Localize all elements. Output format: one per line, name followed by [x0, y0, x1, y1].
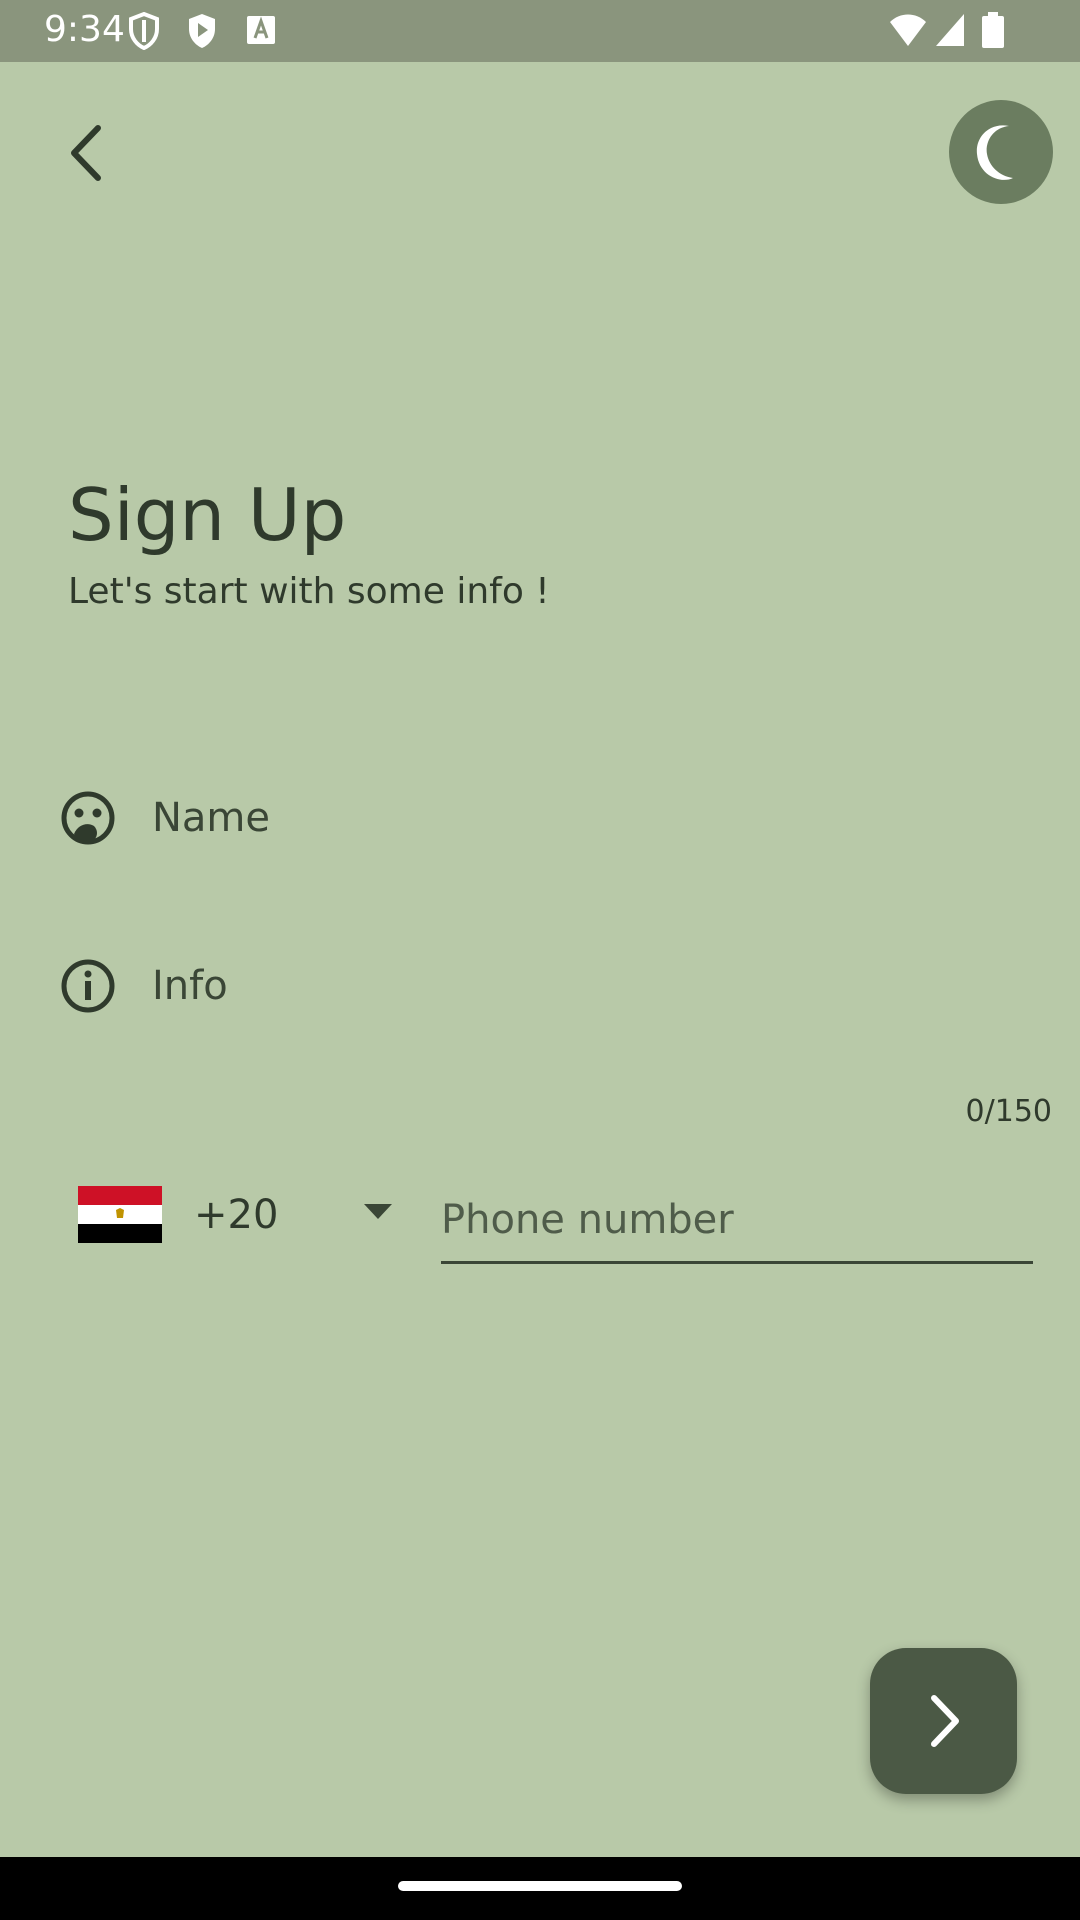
back-button[interactable] — [58, 118, 120, 188]
page-subtitle: Let's start with some info ! — [68, 571, 550, 612]
dial-code: +20 — [194, 1192, 279, 1238]
navigation-bar — [0, 1857, 1080, 1920]
wifi-icon — [890, 14, 926, 46]
signal-icon — [936, 14, 964, 46]
moon-icon — [976, 125, 1013, 180]
phone-number-input[interactable] — [441, 1185, 1033, 1264]
status-time: 9:34 — [44, 9, 125, 50]
info-char-counter: 0/150 — [965, 1094, 1052, 1129]
name-field[interactable] — [60, 782, 1040, 852]
info-icon — [61, 959, 115, 1013]
egypt-flag-icon — [78, 1186, 162, 1243]
dropdown-arrow-icon[interactable] — [364, 1204, 392, 1220]
keyboard-a-icon — [247, 16, 275, 44]
battery-icon — [982, 12, 1004, 48]
play-protect-icon — [189, 14, 215, 48]
info-field[interactable] — [60, 950, 1040, 1020]
home-indicator[interactable] — [398, 1881, 682, 1891]
theme-toggle-button[interactable] — [949, 100, 1053, 204]
page-title: Sign Up — [68, 473, 347, 557]
name-input[interactable] — [152, 790, 1012, 846]
info-input[interactable] — [152, 958, 1012, 1014]
chevron-right-icon — [931, 1695, 959, 1747]
chevron-left-icon — [71, 125, 101, 181]
shield-icon — [129, 12, 159, 50]
status-bar: 9:34 — [0, 0, 1080, 62]
country-code-picker[interactable]: +20 — [70, 1180, 410, 1250]
next-button[interactable] — [870, 1648, 1017, 1794]
face-icon — [61, 791, 115, 845]
